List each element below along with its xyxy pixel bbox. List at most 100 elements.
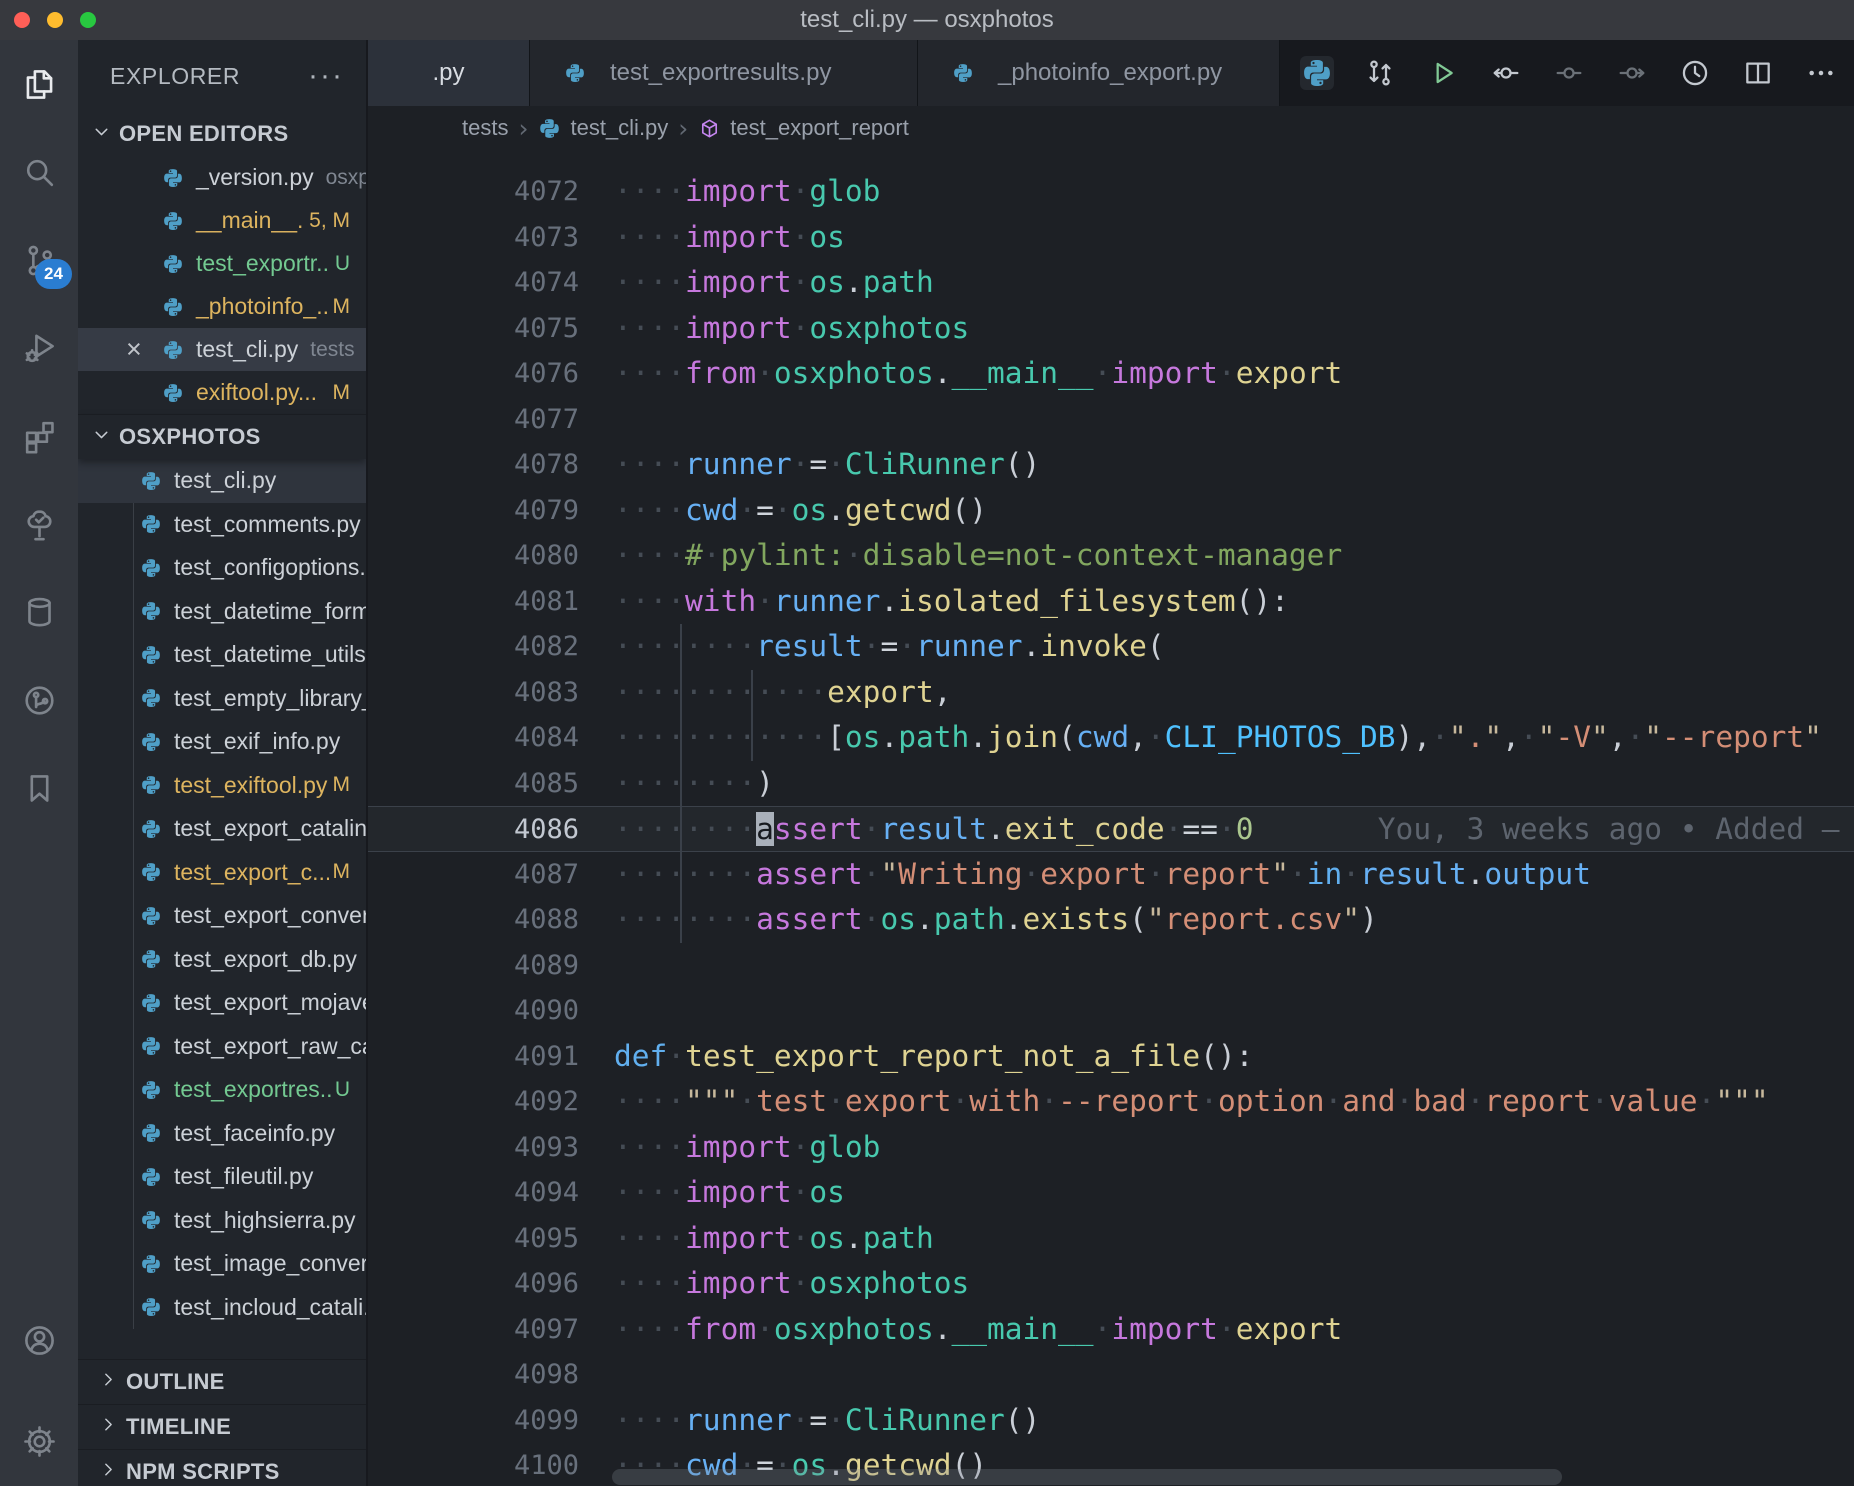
tab-_photoinfo_export.py[interactable]: _photoinfo_export.py <box>918 40 1280 106</box>
tree-item[interactable]: test_image_convert... <box>78 1242 366 1286</box>
code-line[interactable]: 4075····import·osxphotos <box>368 306 1854 352</box>
breadcrumb-item[interactable]: test_export_report <box>698 115 909 141</box>
tree-item[interactable]: test_incloud_catali... <box>78 1286 366 1330</box>
open-editor-item[interactable]: __main__....5, M <box>78 199 366 242</box>
code-line[interactable]: 4078····runner·=·CliRunner() <box>368 442 1854 488</box>
tree-item[interactable]: test_faceinfo.py <box>78 1112 366 1156</box>
prev-change-icon[interactable] <box>1489 56 1523 90</box>
run-debug-icon[interactable] <box>0 304 78 392</box>
tree-item[interactable]: test_export_db.py <box>78 938 366 982</box>
close-icon[interactable]: × <box>126 336 162 363</box>
python-logo-icon[interactable] <box>1300 56 1334 90</box>
tree-item[interactable]: test_cli.py <box>78 459 366 503</box>
code-line[interactable]: 4095····import·os.path <box>368 1216 1854 1262</box>
code-line[interactable]: 4073····import·os <box>368 215 1854 261</box>
code-line[interactable]: 4082········result·=·runner.invoke( <box>368 624 1854 670</box>
search-icon[interactable] <box>0 128 78 216</box>
tree-item[interactable]: test_datetime_form... <box>78 590 366 634</box>
open-editor-item[interactable]: _version.pyosxp... <box>78 156 366 199</box>
compare-changes-icon[interactable] <box>1363 56 1397 90</box>
code-line[interactable]: 4074····import·os.path <box>368 260 1854 306</box>
code-line[interactable]: 4080····#·pylint:·disable=not-context-ma… <box>368 533 1854 579</box>
sidebar-bottom-sections: OUTLINETIMELINENPM SCRIPTS <box>78 1359 366 1486</box>
tree-item[interactable]: test_configoptions.... <box>78 546 366 590</box>
section-header-outline[interactable]: OUTLINE <box>78 1359 366 1404</box>
line-number: 4074 <box>368 260 614 306</box>
account-icon[interactable] <box>21 1322 58 1359</box>
code-line[interactable]: 4072····import·glob <box>368 169 1854 215</box>
tree-item[interactable]: test_datetime_utils.... <box>78 633 366 677</box>
file-name: test_exportr... <box>196 250 335 277</box>
code-line[interactable]: 4089 <box>368 943 1854 989</box>
tab-test_exportresults.py[interactable]: test_exportresults.py <box>530 40 918 106</box>
code-line[interactable]: 4088········assert·os.path.exists("repor… <box>368 897 1854 943</box>
settings-icon[interactable] <box>21 1423 58 1460</box>
code-line[interactable]: 4077 <box>368 397 1854 443</box>
tree-item[interactable]: test_fileutil.py <box>78 1155 366 1199</box>
tree-item[interactable]: test_export_catalin... <box>78 807 366 851</box>
database-icon[interactable] <box>0 568 78 656</box>
tree-item[interactable]: test_export_raw_ca... <box>78 1025 366 1069</box>
files-icon[interactable] <box>0 40 78 128</box>
bookmark-icon[interactable] <box>0 744 78 832</box>
code-line[interactable]: 4099····runner·=·CliRunner() <box>368 1398 1854 1444</box>
open-editors-header[interactable]: OPEN EDITORS <box>78 112 366 156</box>
code-line[interactable]: 4084············[os.path.join(cwd,·CLI_P… <box>368 715 1854 761</box>
python-file-icon <box>140 731 162 753</box>
file-name: test_cli.py <box>174 467 276 494</box>
code-line[interactable]: 4092····"""·test·export·with·--report·op… <box>368 1079 1854 1125</box>
gitlens-icon[interactable] <box>0 656 78 744</box>
code-line[interactable]: 4083············export, <box>368 670 1854 716</box>
code-line[interactable]: 4096····import·osxphotos <box>368 1261 1854 1307</box>
more-actions-icon[interactable] <box>1804 56 1838 90</box>
tree-item[interactable]: test_exif_info.py <box>78 720 366 764</box>
source-control-icon[interactable]: 24 <box>0 216 78 304</box>
code-line[interactable]: 4094····import·os <box>368 1170 1854 1216</box>
current-change-icon[interactable] <box>1552 56 1586 90</box>
python-file-icon <box>564 62 586 84</box>
code-line[interactable]: 4098 <box>368 1352 1854 1398</box>
code-line[interactable]: 4081····with·runner.isolated_filesystem(… <box>368 579 1854 625</box>
code-line[interactable]: 4079····cwd·=·os.getcwd() <box>368 488 1854 534</box>
tree-item[interactable]: test_exiftool.pyM <box>78 764 366 808</box>
open-editor-item[interactable]: test_exportr...U <box>78 242 366 285</box>
zoom-window-button[interactable] <box>80 12 96 28</box>
extensions-icon[interactable] <box>0 392 78 480</box>
tab-py[interactable]: .py <box>368 40 530 106</box>
section-header-npm-scripts[interactable]: NPM SCRIPTS <box>78 1449 366 1486</box>
open-editor-item[interactable]: exiftool.py...M <box>78 371 366 414</box>
code-line[interactable]: 4091def·test_export_report_not_a_file(): <box>368 1034 1854 1080</box>
code-line[interactable]: 4085········) <box>368 761 1854 807</box>
breadcrumb-item[interactable]: test_cli.py <box>538 115 668 141</box>
open-editor-item[interactable]: ×test_cli.pytests <box>78 328 366 371</box>
code-line[interactable]: 4087········assert·"Writing·export·repor… <box>368 852 1854 898</box>
split-editor-icon[interactable] <box>1741 56 1775 90</box>
breadcrumb-item[interactable]: tests <box>462 115 508 141</box>
code-line[interactable]: 4090 <box>368 988 1854 1034</box>
file-name: test_export_conver... <box>174 902 366 929</box>
tree-item[interactable]: test_export_conver... <box>78 894 366 938</box>
test-tree-icon[interactable] <box>0 480 78 568</box>
horizontal-scrollbar[interactable] <box>612 1469 1562 1485</box>
code-line[interactable]: 4086········assert·result.exit_code·==·0… <box>368 806 1854 852</box>
osxphotos-section-header[interactable]: OSXPHOTOS <box>78 414 366 459</box>
tree-item[interactable]: test_comments.py <box>78 503 366 547</box>
section-header-timeline[interactable]: TIMELINE <box>78 1404 366 1449</box>
tree-item[interactable]: test_empty_library_... <box>78 677 366 721</box>
run-icon[interactable] <box>1426 56 1460 90</box>
file-history-icon[interactable] <box>1678 56 1712 90</box>
more-actions-icon[interactable]: ··· <box>308 59 344 93</box>
tree-item[interactable]: test_export_mojave... <box>78 981 366 1025</box>
git-status-badge: U <box>331 1078 350 1102</box>
open-editor-item[interactable]: _photoinfo_...M <box>78 285 366 328</box>
tree-item[interactable]: test_exportres...U <box>78 1068 366 1112</box>
minimize-window-button[interactable] <box>47 12 63 28</box>
code-area[interactable]: 4072····import·glob4073····import·os4074… <box>368 150 1854 1486</box>
code-line[interactable]: 4076····from·osxphotos.__main__·import·e… <box>368 351 1854 397</box>
next-change-icon[interactable] <box>1615 56 1649 90</box>
tree-item[interactable]: test_export_c...M <box>78 851 366 895</box>
code-line[interactable]: 4097····from·osxphotos.__main__·import·e… <box>368 1307 1854 1353</box>
close-window-button[interactable] <box>14 12 30 28</box>
tree-item[interactable]: test_highsierra.py <box>78 1199 366 1243</box>
code-line[interactable]: 4093····import·glob <box>368 1125 1854 1171</box>
